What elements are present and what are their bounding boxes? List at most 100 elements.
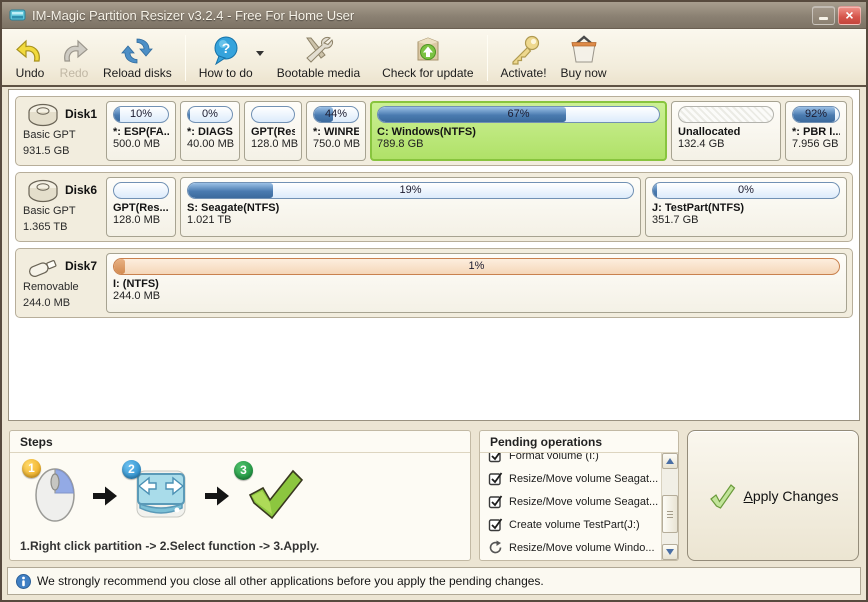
disk1-partitions: 10% *: ESP(FA... 500.0 MB 0% *: DIAGS...… bbox=[106, 101, 847, 161]
scroll-down-button[interactable] bbox=[662, 544, 678, 560]
partition-diags[interactable]: 0% *: DIAGS... 40.00 MB bbox=[180, 101, 240, 161]
disk-row-disk1: Disk1 Basic GPT 931.5 GB 10% *: ESP(FA..… bbox=[15, 96, 853, 166]
window-title: IM-Magic Partition Resizer v3.2.4 - Free… bbox=[32, 8, 809, 23]
bootable-media-button[interactable]: Bootable media bbox=[270, 31, 367, 85]
tools-icon bbox=[301, 35, 335, 65]
disk7-partitions: 1% I: (NTFS) 244.0 MB bbox=[106, 253, 847, 313]
disk-capacity: 244.0 MB bbox=[23, 296, 101, 312]
app-logo-icon bbox=[9, 8, 26, 22]
undo-icon bbox=[15, 37, 45, 65]
scroll-down-icon bbox=[666, 549, 674, 555]
help-bubble-icon: ? bbox=[210, 35, 242, 65]
key-icon bbox=[507, 35, 541, 65]
pending-item-resize-seagate-2[interactable]: Resize/Move volume Seagat... bbox=[488, 490, 661, 513]
disk-kind: Basic GPT bbox=[23, 204, 101, 220]
refresh-pending-icon bbox=[488, 540, 503, 555]
activate-button[interactable]: Activate! bbox=[494, 31, 554, 85]
scroll-up-button[interactable] bbox=[662, 453, 678, 469]
pending-item-resize-windows[interactable]: Resize/Move volume Windo... bbox=[488, 536, 661, 559]
checkbox-checked-icon bbox=[488, 517, 503, 532]
title-bar: IM-Magic Partition Resizer v3.2.4 - Free… bbox=[2, 2, 866, 29]
steps-illustration: 1 2 bbox=[10, 453, 470, 537]
pending-operations-panel: Pending operations Format volume (I:) bbox=[479, 430, 679, 561]
step2-resize-disk: 2 bbox=[132, 466, 190, 527]
partition-esp[interactable]: 10% *: ESP(FA... 500.0 MB bbox=[106, 101, 176, 161]
disk-icon bbox=[23, 102, 63, 128]
step1-badge: 1 bbox=[22, 459, 41, 478]
pending-scrollbar[interactable] bbox=[661, 453, 678, 560]
scrollbar-grip bbox=[667, 511, 673, 519]
partition-j-testpart[interactable]: 0% J: TestPart(NTFS) 351.7 GB bbox=[645, 177, 847, 237]
big-check-icon bbox=[244, 467, 306, 521]
pending-item-resize-seagate-1[interactable]: Resize/Move volume Seagat... bbox=[488, 467, 661, 490]
redo-button[interactable]: Redo bbox=[52, 31, 96, 85]
undo-button[interactable]: Undo bbox=[8, 31, 52, 85]
partition-winre[interactable]: 44% *: WINRE... 750.0 MB bbox=[306, 101, 366, 161]
pending-item-create-testpart[interactable]: Create volume TestPart(J:) bbox=[488, 513, 661, 536]
steps-panel: Steps 1 2 bbox=[9, 430, 471, 561]
apply-changes-label: Apply Changes bbox=[744, 488, 839, 504]
disk-name: Disk6 bbox=[65, 182, 97, 199]
svg-text:?: ? bbox=[221, 40, 230, 56]
minimize-button[interactable] bbox=[812, 6, 835, 25]
arrow-right-icon bbox=[204, 484, 230, 508]
partition-gpt-reserved-2[interactable]: GPT(Res... 128.0 MB bbox=[106, 177, 176, 237]
bottom-section: Steps 1 2 bbox=[2, 421, 866, 567]
disk-map-panel: Disk1 Basic GPT 931.5 GB 10% *: ESP(FA..… bbox=[8, 89, 860, 421]
basket-icon bbox=[568, 35, 600, 65]
disk-name: Disk7 bbox=[65, 258, 97, 275]
partition-unallocated[interactable]: Unallocated 132.4 GB bbox=[671, 101, 781, 161]
update-box-icon bbox=[412, 35, 444, 65]
reload-icon bbox=[121, 37, 153, 65]
dropdown-caret-icon bbox=[256, 51, 264, 56]
disk-icon bbox=[23, 178, 63, 204]
disk-name: Disk1 bbox=[65, 106, 97, 123]
status-message: We strongly recommend you close all othe… bbox=[37, 574, 544, 588]
toolbar-separator bbox=[487, 35, 488, 81]
toolbar-separator bbox=[185, 35, 186, 81]
apply-changes-button[interactable]: Apply Changes bbox=[687, 430, 859, 561]
disk-row-disk6: Disk6 Basic GPT 1.365 TB GPT(Res... 128.… bbox=[15, 172, 853, 242]
partition-gpt-reserved[interactable]: GPT(Res... 128.0 MB bbox=[244, 101, 302, 161]
redo-icon bbox=[59, 37, 89, 65]
pending-item-format-i[interactable]: Format volume (I:) bbox=[488, 453, 661, 467]
app-window: IM-Magic Partition Resizer v3.2.4 - Free… bbox=[0, 0, 868, 602]
toolbar: Undo Redo Reload disks ? How to do bbox=[2, 29, 866, 87]
info-icon bbox=[16, 574, 31, 589]
partition-c-windows[interactable]: 67% C: Windows(NTFS) 789.8 GB bbox=[370, 101, 667, 161]
disk1-info: Disk1 Basic GPT 931.5 GB bbox=[21, 101, 101, 161]
reload-disks-button[interactable]: Reload disks bbox=[96, 31, 179, 85]
steps-title: Steps bbox=[10, 431, 470, 453]
partition-s-seagate[interactable]: 19% S: Seagate(NTFS) 1.021 TB bbox=[180, 177, 641, 237]
pending-list: Format volume (I:) Resize/Move volume Se… bbox=[480, 453, 661, 560]
step3-apply-check: 3 bbox=[244, 467, 306, 526]
apply-check-icon bbox=[708, 482, 736, 510]
scrollbar-thumb[interactable] bbox=[662, 495, 678, 533]
resize-disk-icon bbox=[132, 466, 190, 522]
checkbox-checked-icon bbox=[488, 453, 503, 463]
close-button[interactable]: × bbox=[838, 6, 861, 25]
check-for-update-button[interactable]: Check for update bbox=[375, 31, 480, 85]
disk6-partitions: GPT(Res... 128.0 MB 19% S: Seagate(NTFS)… bbox=[106, 177, 847, 237]
status-bar: We strongly recommend you close all othe… bbox=[7, 567, 861, 595]
step1-mouse: 1 bbox=[32, 465, 78, 528]
arrow-right-icon bbox=[92, 484, 118, 508]
step3-badge: 3 bbox=[234, 461, 253, 480]
scrollbar-track[interactable] bbox=[662, 469, 678, 544]
scroll-up-icon bbox=[666, 458, 674, 464]
partition-i-ntfs[interactable]: 1% I: (NTFS) 244.0 MB bbox=[106, 253, 847, 313]
checkbox-checked-icon bbox=[488, 494, 503, 509]
pending-title: Pending operations bbox=[480, 431, 678, 453]
disk-kind: Removable bbox=[23, 280, 101, 296]
partition-pbr[interactable]: 92% *: PBR I... 7.956 GB bbox=[785, 101, 847, 161]
minimize-icon bbox=[819, 17, 828, 20]
disk-row-disk7: Disk7 Removable 244.0 MB 1% I: (NTFS) 24… bbox=[15, 248, 853, 318]
usb-drive-icon bbox=[23, 254, 63, 280]
how-to-do-button[interactable]: ? How to do bbox=[192, 31, 260, 85]
step2-badge: 2 bbox=[122, 460, 141, 479]
checkbox-checked-icon bbox=[488, 471, 503, 486]
steps-caption: 1.Right click partition -> 2.Select func… bbox=[10, 537, 470, 560]
disk6-info: Disk6 Basic GPT 1.365 TB bbox=[21, 177, 101, 237]
buy-now-button[interactable]: Buy now bbox=[554, 31, 614, 85]
disk7-info: Disk7 Removable 244.0 MB bbox=[21, 253, 101, 313]
